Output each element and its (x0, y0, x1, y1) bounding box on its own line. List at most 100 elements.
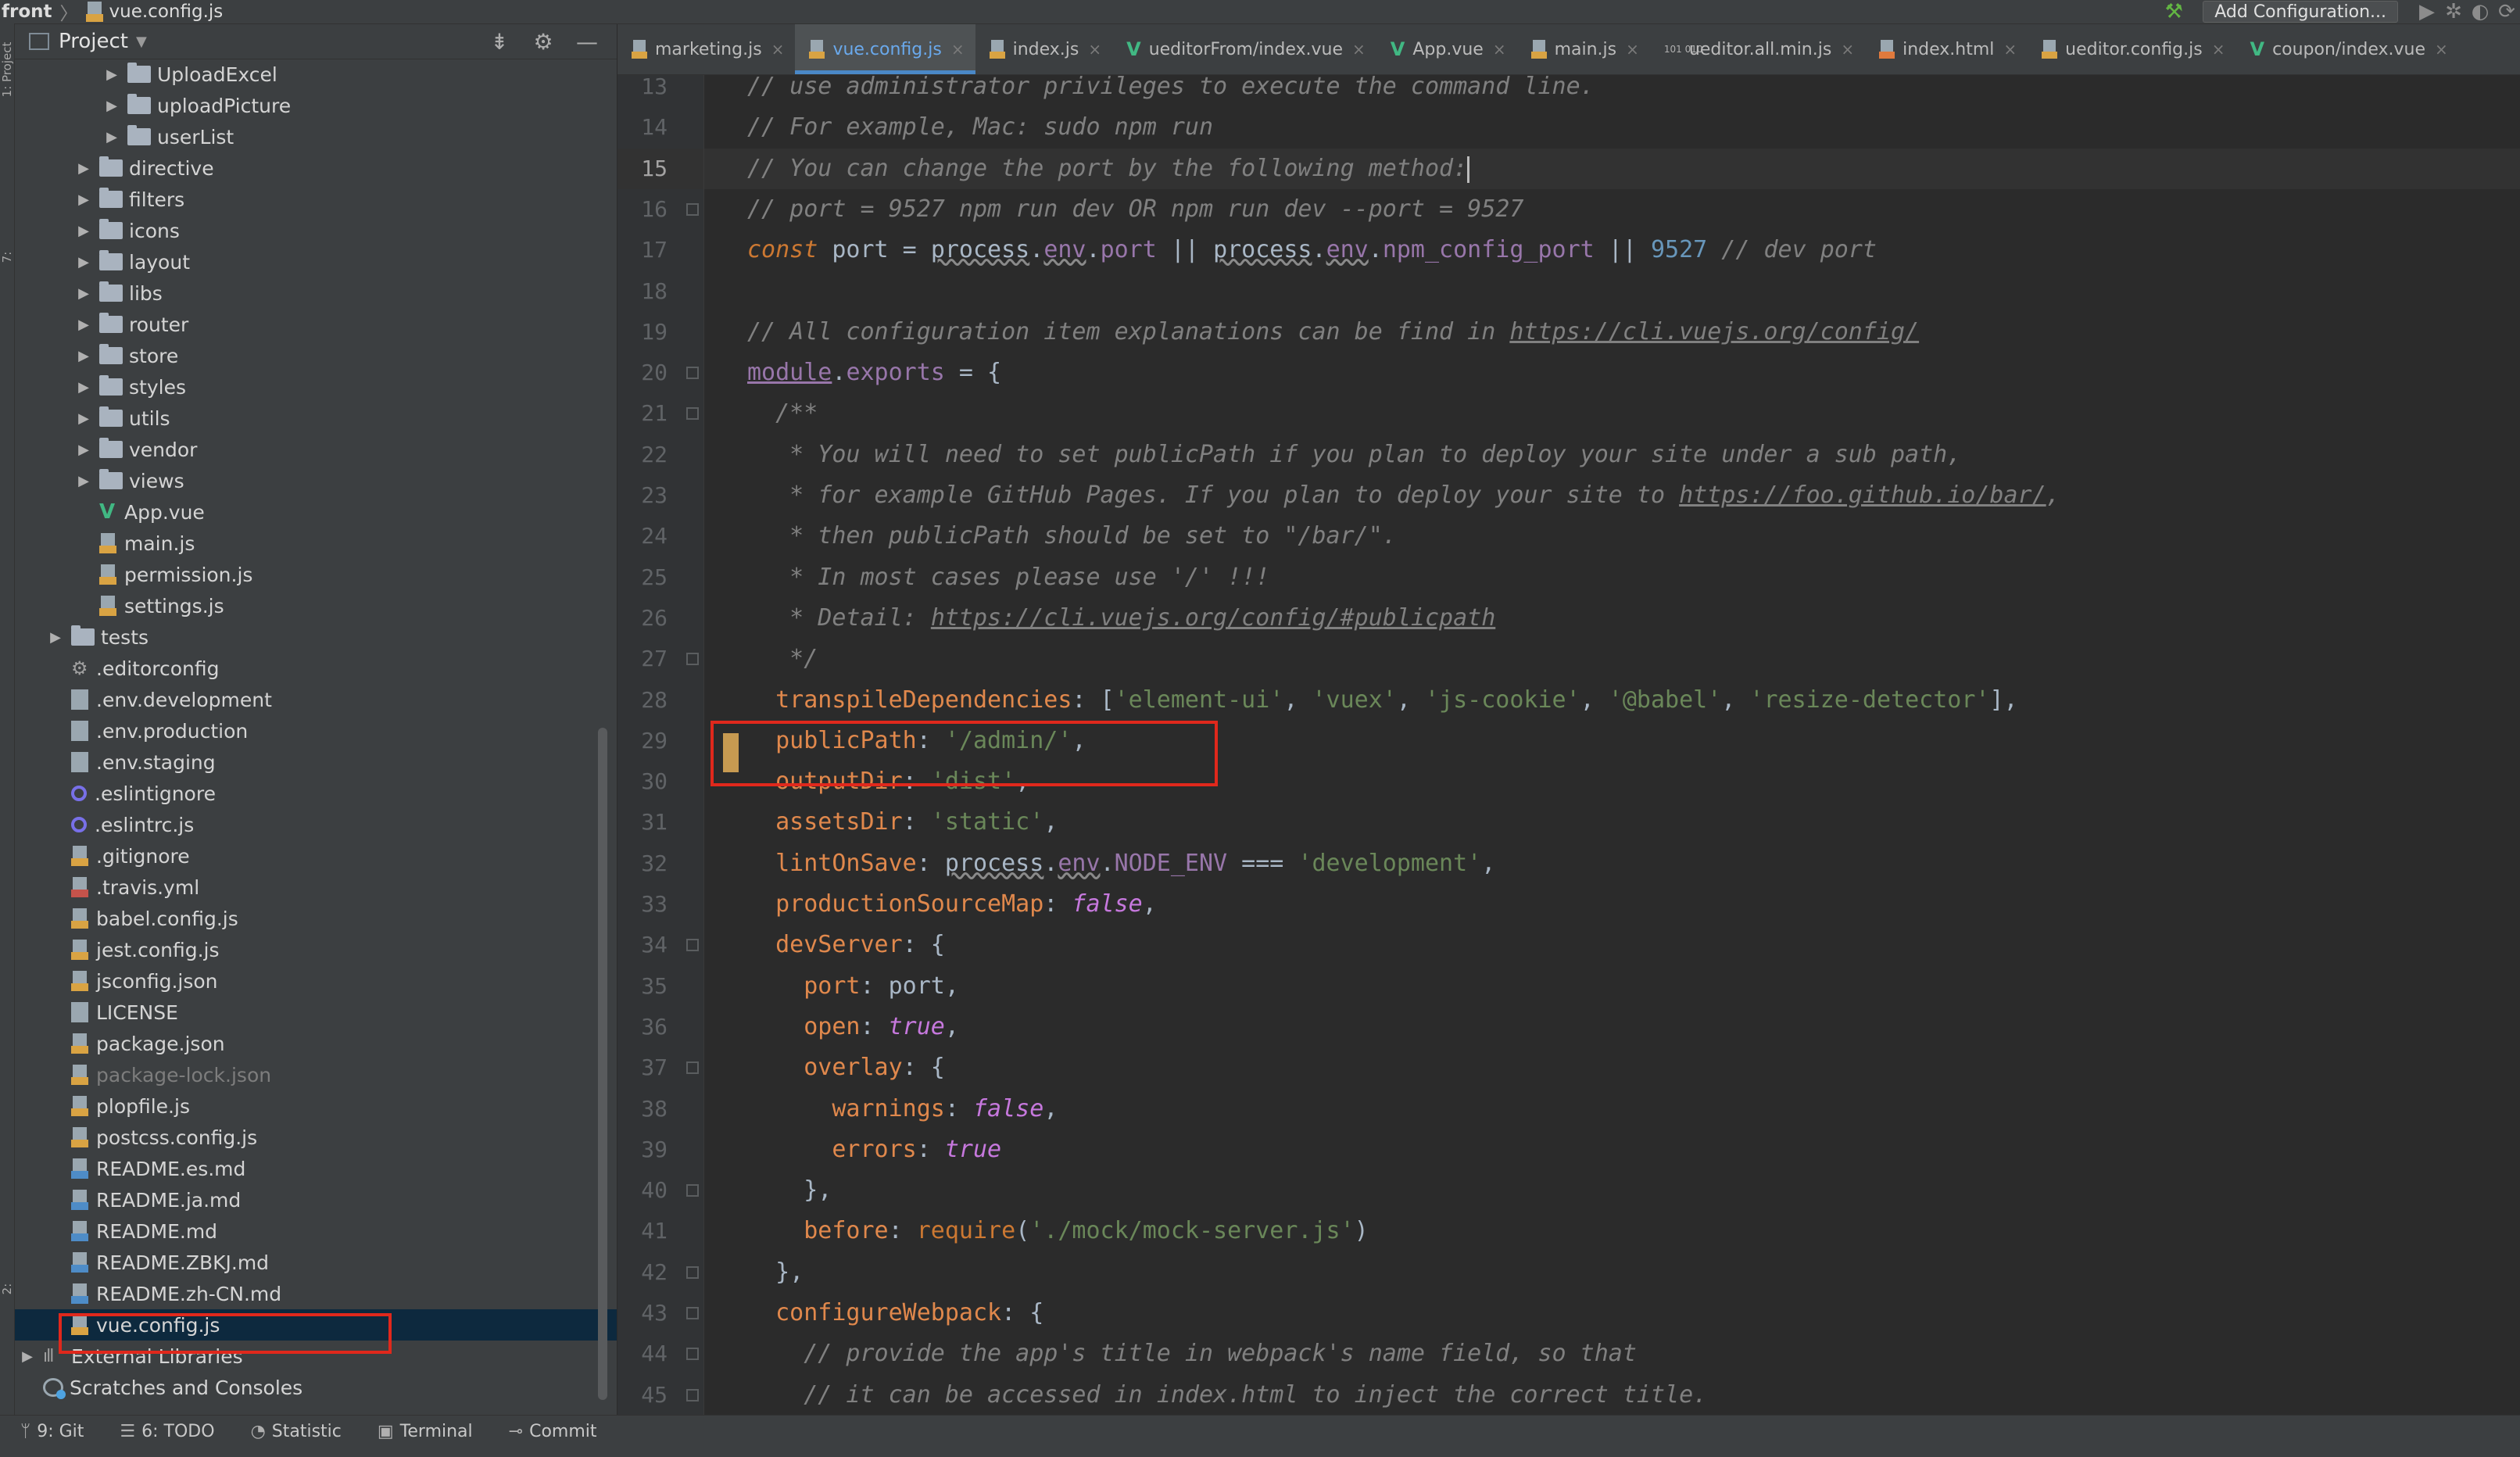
code-line[interactable]: // For example, Mac: sudo npm run (747, 107, 1213, 148)
code-line[interactable]: */ (747, 639, 818, 679)
code-line[interactable]: // You can change the port by the follow… (747, 149, 1470, 189)
code-line[interactable]: errors: true (747, 1129, 1001, 1170)
tree-folder[interactable]: ▶ vendor (15, 434, 617, 465)
code-line[interactable]: /** (747, 393, 818, 434)
tree-file[interactable]: plopfile.js (15, 1090, 617, 1122)
tree-file[interactable]: README.es.md (15, 1153, 617, 1184)
editor-tab[interactable]: index.html × (1865, 24, 2028, 74)
breadcrumb-root[interactable]: front (0, 2, 52, 22)
tree-file[interactable]: postcss.config.js (15, 1122, 617, 1153)
code-line[interactable]: // provide the app's title in webpack's … (747, 1333, 1637, 1374)
favorites-tool-label[interactable]: 2: Favorites (0, 1258, 28, 1319)
expand-arrow-icon[interactable]: ▶ (76, 223, 91, 239)
close-icon[interactable]: × (1841, 40, 1854, 59)
tree-folder[interactable]: ▶ libs (15, 277, 617, 309)
fold-marker-icon[interactable] (686, 1307, 699, 1319)
code-line[interactable]: * Detail: https://cli.vuejs.org/config/#… (747, 598, 1495, 639)
tree-file[interactable]: .env.development (15, 684, 617, 715)
code-line[interactable]: transpileDependencies: ['element-ui', 'v… (747, 680, 2017, 721)
expand-arrow-icon[interactable]: ▶ (76, 160, 91, 177)
tree-file[interactable]: jsconfig.json (15, 965, 617, 997)
add-configuration-button[interactable]: Add Configuration... (2203, 1, 2398, 23)
fold-marker-icon[interactable] (686, 1266, 699, 1279)
close-icon[interactable]: × (1088, 40, 1101, 59)
tree-file[interactable]: package.json (15, 1028, 617, 1059)
fold-marker-icon[interactable] (686, 939, 699, 951)
tool-window-button[interactable]: ◔ Statistic (251, 1422, 342, 1441)
code-line[interactable]: port: port, (747, 966, 959, 1007)
tool-window-button[interactable]: ☰ 6: TODO (120, 1422, 214, 1441)
tree-file[interactable]: babel.config.js (15, 903, 617, 934)
fold-marker-icon[interactable] (686, 653, 699, 665)
fold-marker-icon[interactable] (686, 1061, 699, 1074)
code-line[interactable]: lintOnSave: process.env.NODE_ENV === 'de… (747, 843, 1495, 884)
tree-file[interactable]: ⚙ .editorconfig (15, 653, 617, 684)
expand-arrow-icon[interactable]: ▶ (76, 254, 91, 270)
fold-marker-icon[interactable] (686, 407, 699, 420)
debug-icon[interactable]: ✲ (2440, 0, 2467, 23)
tree-file[interactable]: .travis.yml (15, 872, 617, 903)
tree-folder[interactable]: ▶ uploadPicture (15, 90, 617, 121)
code-line[interactable]: * You will need to set publicPath if you… (747, 435, 1961, 475)
expand-arrow-icon[interactable]: ▶ (76, 317, 91, 333)
close-icon[interactable]: × (2212, 40, 2225, 59)
tree-folder[interactable]: ▶ UploadExcel (15, 59, 617, 90)
tool-window-button[interactable]: ⊸ Commit (509, 1422, 597, 1441)
code-line[interactable]: * then publicPath should be set to "/bar… (747, 516, 1397, 557)
expand-arrow-icon[interactable]: ▶ (76, 348, 91, 364)
gear-icon[interactable]: ⚙ (521, 29, 565, 55)
project-view-selector[interactable]: Project ▼ (29, 30, 147, 53)
code-line[interactable]: productionSourceMap: false, (747, 884, 1157, 925)
tree-file[interactable]: README.ZBKJ.md (15, 1247, 617, 1278)
tree-folder[interactable]: ▶ directive (15, 152, 617, 184)
build-hammer-icon[interactable]: ⚒ (2160, 0, 2187, 23)
project-scrollbar[interactable] (598, 728, 607, 1400)
expand-arrow-icon[interactable]: ▶ (76, 410, 91, 427)
code-line[interactable]: // it can be accessed in index.html to i… (747, 1375, 1707, 1415)
tree-folder[interactable]: ▶ styles (15, 371, 617, 403)
code-line[interactable]: // All configuration item explanations c… (747, 312, 1919, 353)
fold-marker-icon[interactable] (686, 367, 699, 379)
editor-tab[interactable]: Vcoupon/index.vue × (2235, 24, 2458, 74)
tree-file[interactable]: jest.config.js (15, 934, 617, 965)
fold-marker-icon[interactable] (686, 1184, 699, 1197)
close-icon[interactable]: × (1626, 40, 1639, 59)
tree-folder[interactable]: ▶ userList (15, 121, 617, 152)
tree-file[interactable]: .env.production (15, 715, 617, 746)
code-line[interactable]: }, (747, 1170, 832, 1211)
tree-folder[interactable]: ▶ router (15, 309, 617, 340)
close-icon[interactable]: × (951, 40, 965, 59)
expand-arrow-icon[interactable]: ▶ (76, 473, 91, 489)
code-line[interactable]: devServer: { (747, 925, 945, 965)
tool-window-button[interactable]: ▣ Terminal (378, 1422, 473, 1441)
editor-tab[interactable]: ueditor.config.js × (2028, 24, 2235, 74)
expand-arrow-icon[interactable]: ▶ (104, 66, 120, 83)
tree-file[interactable]: Scratches and Consoles (15, 1372, 614, 1403)
fold-marker-icon[interactable] (686, 1389, 699, 1402)
fold-marker-icon[interactable] (686, 203, 699, 216)
tree-file[interactable]: README.zh-CN.md (15, 1278, 617, 1309)
expand-arrow-icon[interactable]: ▶ (104, 98, 120, 114)
tree-file[interactable]: README.md (15, 1215, 617, 1247)
code-line[interactable]: open: true, (747, 1007, 959, 1047)
tree-file[interactable]: .eslintignore (15, 778, 617, 809)
close-icon[interactable]: × (1352, 40, 1366, 59)
close-icon[interactable]: × (1493, 40, 1506, 59)
tree-folder[interactable]: ▶ layout (15, 246, 617, 277)
editor-tab[interactable]: V App.vue × (1376, 24, 1517, 74)
editor-tab[interactable]: 101 010 ueditor.all.min.js × (1650, 24, 1865, 74)
expand-arrow-icon[interactable]: ▶ (76, 442, 91, 458)
code-line[interactable]: * for example GitHub Pages. If you plan … (747, 475, 2060, 516)
close-icon[interactable]: × (771, 40, 785, 59)
expand-arrow-icon[interactable]: ▶ (76, 285, 91, 302)
coverage-icon[interactable]: ◐ (2467, 0, 2493, 23)
tree-folder[interactable]: ▶ tests (15, 621, 617, 653)
tree-file[interactable]: LICENSE (15, 997, 617, 1028)
code-line[interactable]: before: require('./mock/mock-server.js') (747, 1211, 1368, 1251)
structure-tool-label[interactable]: 7: Structure (0, 227, 28, 288)
expand-arrow-icon[interactable]: ▶ (76, 379, 91, 396)
code-line[interactable]: module.exports = { (747, 353, 1001, 393)
close-icon[interactable]: × (2003, 40, 2017, 59)
code-line[interactable]: }, (747, 1252, 804, 1293)
code-line[interactable]: * In most cases please use '/' !!! (747, 557, 1269, 598)
